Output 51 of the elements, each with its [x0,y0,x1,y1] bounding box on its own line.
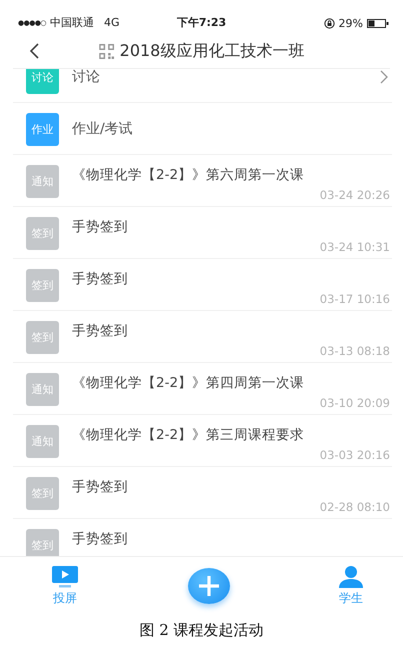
battery-percent: 29% [338,17,363,30]
category-tag: 签到 [26,477,59,510]
activity-title: 《物理化学【2-2】》第三周课程要求 [72,426,306,444]
activity-title: 手势签到 [72,478,129,496]
activity-title: 手势签到 [72,530,129,548]
activity-title: 《物理化学【2-2】》第四周第一次课 [72,374,306,392]
battery-icon [367,19,389,28]
category-tag: 通知 [26,165,59,198]
category-tag: 签到 [26,217,59,250]
activity-row[interactable]: 通知 《物理化学【2-2】》第六周第一次课 03-24 20:26 [13,155,392,207]
category-tag: 讨论 [26,69,59,94]
category-tag: 签到 [26,269,59,302]
rotation-lock-icon [324,18,335,29]
carrier-name: 中国联通 [50,15,94,30]
activity-row[interactable]: 通知 《物理化学【2-2】》第三周课程要求 03-03 20:16 [13,415,392,467]
activity-time: 03-10 20:09 [320,396,390,410]
activity-time: 03-13 08:18 [320,344,390,358]
category-tag: 作业 [26,113,59,146]
clock: 下午7:23 [176,15,226,30]
activity-title: 手势签到 [72,270,129,288]
activity-time: 03-24 10:31 [320,240,390,254]
class-title: 2018级应用化工技术一班 [120,40,304,62]
category-tag: 签到 [26,321,59,354]
add-button[interactable] [188,568,230,604]
activity-time: 03-24 20:26 [320,188,390,202]
network-type: 4G [104,16,120,29]
activity-title: 讨论 [72,69,100,86]
plus-icon [198,575,220,597]
category-tag: 通知 [26,373,59,406]
activity-row[interactable]: 讨论 讨论 [13,69,392,103]
activity-title: 作业/考试 [72,120,133,138]
activity-time: 03-17 10:16 [320,292,390,306]
activity-title: 手势签到 [72,322,129,340]
figure-caption: 图 2 课程发起活动 [139,621,264,640]
activity-time: 02-28 08:10 [320,500,390,514]
activity-title: 《物理化学【2-2】》第六周第一次课 [72,166,306,184]
category-tag: 通知 [26,425,59,458]
activity-row[interactable]: 签到 手势签到 03-13 08:18 [13,311,392,363]
activity-row[interactable]: 作业 作业/考试 [13,103,392,155]
person-icon [339,566,363,588]
activity-row[interactable]: 通知 《物理化学【2-2】》第四周第一次课 03-10 20:09 [13,363,392,415]
activity-row[interactable]: 签到 手势签到 03-17 10:16 [13,259,392,311]
monitor-icon [52,566,78,588]
activity-row[interactable]: 签到 手势签到 03-24 10:31 [13,207,392,259]
qr-code-icon[interactable] [98,44,114,58]
activity-row[interactable]: 签到 手势签到 02-28 08:10 [13,467,392,519]
chevron-icon [380,70,388,84]
category-tag: 签到 [26,529,59,556]
back-icon [29,43,39,59]
activity-time: 03-03 20:16 [320,448,390,462]
activity-title: 手势签到 [72,218,129,236]
